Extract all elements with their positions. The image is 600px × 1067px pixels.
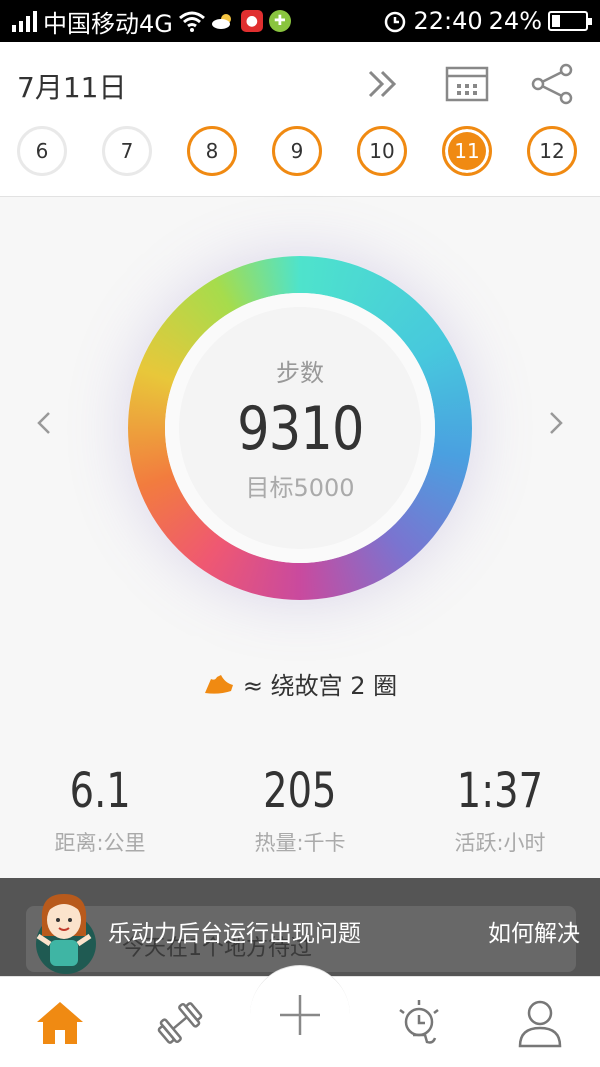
tab-profile[interactable] bbox=[514, 997, 566, 1049]
day-item-9[interactable]: 9 bbox=[272, 126, 322, 176]
ring-center: 步数 9310 目标5000 bbox=[165, 293, 435, 563]
bottom-tab-bar bbox=[0, 965, 600, 1067]
signal-icon bbox=[12, 10, 37, 32]
dumbbell-icon bbox=[157, 1002, 203, 1044]
date-title: 7月11日 bbox=[17, 71, 127, 104]
comparison-text: ≈ 绕故宫 2 圈 bbox=[242, 672, 398, 700]
status-bar: 中国移动4G ● ✚ 22:40 24% bbox=[0, 0, 600, 42]
day-item-11[interactable]: 11 bbox=[442, 126, 492, 176]
distance-comparison: ≈ 绕故宫 2 圈 bbox=[0, 666, 600, 701]
stat-label: 活跃:小时 bbox=[454, 831, 546, 855]
banner-message: 乐动力后台运行出现问题 bbox=[108, 921, 361, 947]
day-selector: 6 7 8 9 10 11 12 bbox=[0, 126, 600, 178]
calendar-icon[interactable] bbox=[445, 62, 489, 106]
alarm-icon bbox=[385, 11, 406, 33]
tab-home[interactable] bbox=[34, 997, 86, 1049]
weather-icon bbox=[211, 14, 231, 29]
stat-value: 205 bbox=[263, 763, 337, 819]
battery-icon bbox=[548, 11, 592, 31]
tab-workout[interactable] bbox=[154, 997, 206, 1049]
day-item-8[interactable]: 8 bbox=[187, 126, 237, 176]
app-notification-icon: ✚ bbox=[268, 10, 291, 32]
day-item-10[interactable]: 10 bbox=[357, 126, 407, 176]
share-icon[interactable] bbox=[530, 62, 574, 106]
mascot-girl-icon bbox=[36, 894, 92, 966]
tab-add[interactable] bbox=[274, 989, 326, 1041]
stat-value: 6.1 bbox=[69, 763, 131, 819]
previous-day-arrow-icon[interactable] bbox=[34, 408, 54, 438]
home-icon bbox=[37, 1002, 83, 1044]
plus-icon bbox=[280, 995, 320, 1035]
clock: 22:40 bbox=[413, 7, 483, 35]
steps-ring[interactable]: 步数 9310 目标5000 bbox=[128, 256, 472, 600]
steps-value: 9310 bbox=[236, 394, 364, 464]
day-item-7[interactable]: 7 bbox=[102, 126, 152, 176]
shoe-icon bbox=[204, 674, 233, 694]
tab-discover[interactable] bbox=[394, 997, 446, 1049]
stats-row: 6.1 距离:公里 205 热量:千卡 1:37 活跃:小时 bbox=[0, 763, 600, 857]
how-to-fix-button[interactable]: 如何解决 bbox=[488, 914, 580, 948]
day-item-12[interactable]: 12 bbox=[527, 126, 577, 176]
steps-label: 步数 bbox=[276, 359, 324, 387]
stat-distance: 6.1 距离:公里 bbox=[0, 763, 200, 857]
date-header: 7月11日 6 7 8 9 10 11 12 bbox=[0, 42, 600, 197]
lightbulb-icon bbox=[399, 1000, 439, 1044]
wechat-icon: ● bbox=[240, 10, 263, 32]
next-day-arrow-icon[interactable] bbox=[546, 408, 566, 438]
steps-panel: 步数 9310 目标5000 ≈ 绕故宫 2 圈 6.1 距离:公里 205 热… bbox=[0, 198, 600, 878]
battery-percent: 24% bbox=[488, 7, 542, 35]
stat-value: 1:37 bbox=[456, 763, 544, 819]
background-issue-banner[interactable]: 今天在1个地方待过 乐动力后台运行出现问题 如何解决 bbox=[0, 878, 600, 976]
person-icon bbox=[518, 1000, 562, 1048]
steps-goal: 目标5000 bbox=[245, 474, 355, 502]
wifi-icon bbox=[178, 11, 205, 32]
stat-calories: 205 热量:千卡 bbox=[200, 763, 400, 857]
stat-active-time: 1:37 活跃:小时 bbox=[400, 763, 600, 857]
stat-label: 距离:公里 bbox=[54, 831, 146, 855]
carrier-label: 中国移动4G bbox=[43, 9, 173, 38]
stat-label: 热量:千卡 bbox=[254, 831, 346, 855]
day-item-6[interactable]: 6 bbox=[17, 126, 67, 176]
fast-forward-icon[interactable] bbox=[362, 62, 406, 106]
